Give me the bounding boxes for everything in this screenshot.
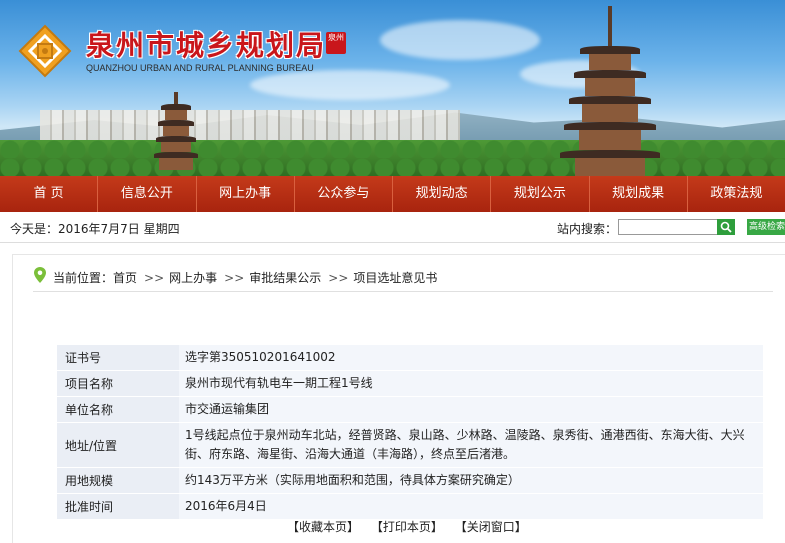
nav-planning-news[interactable]: 规划动态: [393, 176, 492, 212]
table-row: 单位名称 市交通运输集团: [57, 397, 763, 423]
small-pagoda-image: [152, 92, 200, 170]
field-value-address: 1号线起点位于泉州动车北站，经普贤路、泉山路、少林路、温陵路、泉秀街、通港西街、…: [179, 423, 763, 468]
search-button[interactable]: [717, 219, 735, 235]
breadcrumb: 当前位置：首页 >> 网上办事 >> 审批结果公示 >> 项目选址意见书: [33, 265, 773, 292]
table-row: 用地规模 约143万平方米（实际用地面积和范围，待具体方案研究确定）: [57, 468, 763, 494]
field-label-land-area: 用地规模: [57, 468, 179, 494]
field-label-address: 地址/位置: [57, 423, 179, 468]
current-date: 今天是：2016年7月7日 星期四: [10, 222, 180, 236]
field-value-project-name: 泉州市现代有轨电车一期工程1号线: [179, 371, 763, 397]
breadcrumb-prefix: 当前位置：: [53, 271, 114, 285]
large-pagoda-image: [560, 6, 660, 176]
main-navigation: 首 页 信息公开 网上办事 公众参与 规划动态 规划公示 规划成果 政策法规: [0, 176, 785, 212]
nav-planning-notice[interactable]: 规划公示: [491, 176, 590, 212]
print-page-link[interactable]: 【打印本页】: [371, 520, 443, 534]
field-label-project-name: 项目名称: [57, 371, 179, 397]
nav-policy-regulations[interactable]: 政策法规: [688, 176, 785, 212]
page-actions: 【收藏本页】 【打印本页】 【关闭窗口】: [283, 518, 531, 535]
table-row: 地址/位置 1号线起点位于泉州动车北站，经普贤路、泉山路、少林路、温陵路、泉秀街…: [57, 423, 763, 468]
search-input[interactable]: [618, 219, 718, 235]
nav-info-disclosure[interactable]: 信息公开: [98, 176, 197, 212]
field-value-certificate-no: 选字第350510201641002: [179, 345, 763, 371]
advanced-search-button[interactable]: 高级检索: [747, 219, 785, 235]
breadcrumb-separator: >>: [144, 271, 165, 285]
info-bar: 今天是：2016年7月7日 星期四 站内搜索： 高级检索: [0, 212, 785, 243]
field-value-approval-date: 2016年6月4日: [179, 494, 763, 520]
bureau-logo-icon: [18, 24, 72, 78]
close-window-link[interactable]: 【关闭窗口】: [455, 520, 527, 534]
table-row: 批准时间 2016年6月4日: [57, 494, 763, 520]
nav-public-participation[interactable]: 公众参与: [295, 176, 393, 212]
field-label-certificate-no: 证书号: [57, 345, 179, 371]
search-label: 站内搜索：: [557, 222, 618, 236]
header-banner: 泉州市城乡规划局 泉州 QUANZHOU URBAN AND RURAL PLA…: [0, 0, 785, 176]
record-table: 证书号 选字第350510201641002 项目名称 泉州市现代有轨电车一期工…: [57, 345, 763, 520]
field-value-land-area: 约143万平方米（实际用地面积和范围，待具体方案研究确定）: [179, 468, 763, 494]
main-content: 当前位置：首页 >> 网上办事 >> 审批结果公示 >> 项目选址意见书 证书号 选字第35…: [12, 254, 785, 543]
site-title: 泉州市城乡规划局: [86, 29, 327, 62]
breadcrumb-home[interactable]: 首页: [113, 271, 137, 285]
nav-online-service[interactable]: 网上办事: [197, 176, 295, 212]
table-row: 项目名称 泉州市现代有轨电车一期工程1号线: [57, 371, 763, 397]
breadcrumb-current-page: 项目选址意见书: [353, 271, 438, 285]
breadcrumb-separator: >>: [224, 271, 245, 285]
nav-planning-results[interactable]: 规划成果: [590, 176, 688, 212]
search-icon: [720, 221, 732, 233]
sky-cloud: [250, 70, 450, 100]
location-pin-icon: [34, 267, 46, 283]
breadcrumb-separator: >>: [328, 271, 349, 285]
nav-home[interactable]: 首 页: [0, 176, 99, 212]
breadcrumb-approval-results[interactable]: 审批结果公示: [249, 271, 321, 285]
field-label-organization: 单位名称: [57, 397, 179, 423]
breadcrumb-online-service[interactable]: 网上办事: [169, 271, 217, 285]
table-row: 证书号 选字第350510201641002: [57, 345, 763, 371]
field-label-approval-date: 批准时间: [57, 494, 179, 520]
field-value-organization: 市交通运输集团: [179, 397, 763, 423]
seal-stamp: 泉州: [326, 32, 346, 54]
site-title-english: QUANZHOU URBAN AND RURAL PLANNING BUREAU: [86, 63, 314, 73]
tree-line: [0, 140, 785, 176]
favorite-page-link[interactable]: 【收藏本页】: [287, 520, 359, 534]
sky-cloud: [380, 20, 540, 60]
